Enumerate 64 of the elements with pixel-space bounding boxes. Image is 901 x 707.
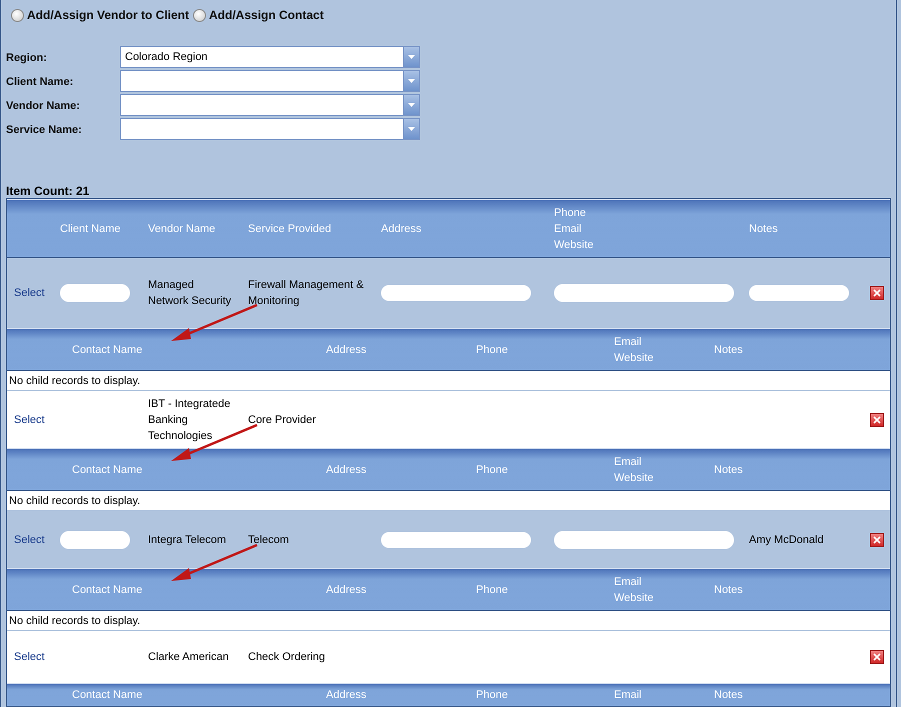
field-label: Client Name: <box>6 76 74 88</box>
column-header: Address <box>381 222 422 236</box>
table-cell-text: Firewall Management & Monitoring <box>248 278 365 309</box>
column-header: Service Provided <box>248 222 332 236</box>
delete-button[interactable] <box>870 412 884 426</box>
close-icon <box>873 536 881 544</box>
column-header: Email Website <box>614 334 655 366</box>
dropdown-field[interactable] <box>120 70 420 92</box>
field-label: Service Name: <box>6 124 83 136</box>
column-header: Notes <box>714 582 744 598</box>
column-header: Phone <box>476 462 509 478</box>
redaction-mark <box>60 530 130 548</box>
item-count: Item Count: 21 <box>6 184 90 198</box>
column-header: Notes <box>714 462 744 478</box>
close-icon <box>873 289 881 297</box>
caret-icon <box>408 79 415 83</box>
column-header: Phone <box>476 688 509 703</box>
radio-option[interactable]: Add/Assign Vendor to Client <box>11 8 190 22</box>
table-cell-text: Integra Telecom <box>148 532 228 548</box>
table-cell-text: Check Ordering <box>248 650 326 665</box>
column-header: Phone <box>476 582 509 598</box>
caret-icon <box>408 55 415 59</box>
column-header: Contact Name <box>71 688 144 703</box>
table-cell-text: Telecom <box>248 532 290 548</box>
delete-button[interactable] <box>870 532 884 546</box>
select-link[interactable]: Select <box>7 287 60 299</box>
column-header: Email Website <box>614 574 655 606</box>
table-cell-text: Clarke American <box>148 650 230 665</box>
select-link[interactable]: Select <box>7 651 60 663</box>
close-icon <box>873 653 881 661</box>
field-label: Vendor Name: <box>6 100 81 112</box>
column-header: Address <box>326 688 368 703</box>
column-header: Email <box>614 688 643 703</box>
column-header: Phone Email Website <box>554 206 595 252</box>
column-header: Address <box>326 342 368 358</box>
table-cell-text: Managed Network Security <box>148 278 232 309</box>
column-header: Notes <box>714 342 744 358</box>
select-link[interactable]: Select <box>7 414 60 426</box>
caret-icon <box>408 103 415 107</box>
caret-icon <box>408 127 415 131</box>
delete-button[interactable] <box>870 650 884 664</box>
field-label: Region: <box>6 52 48 64</box>
column-header: Contact Name <box>71 342 144 358</box>
close-icon <box>873 416 881 424</box>
table-cell: Amy McDonald <box>749 534 824 546</box>
dropdown-field[interactable]: Colorado Region <box>120 46 420 68</box>
select-link[interactable]: Select <box>7 534 60 546</box>
table-cell-text: Core Provider <box>248 412 317 428</box>
column-header: Address <box>326 462 368 478</box>
table-cell-text: IBT - Integratede Banking Technologies <box>148 396 232 444</box>
delete-button[interactable] <box>870 286 884 300</box>
column-header: Phone <box>476 342 509 358</box>
column-header: Notes <box>749 222 779 236</box>
column-header: Client Name <box>60 222 122 236</box>
dropdown-field[interactable] <box>120 94 420 116</box>
radio-option[interactable]: Add/Assign Contact <box>193 8 324 22</box>
column-header: Contact Name <box>71 462 144 478</box>
column-header: Contact Name <box>71 582 144 598</box>
redaction-mark <box>60 284 130 302</box>
column-header: Vendor Name <box>148 222 216 236</box>
column-header: Address <box>326 582 368 598</box>
column-header: Email Website <box>614 454 655 486</box>
column-header: Notes <box>714 688 744 703</box>
dropdown-field[interactable] <box>120 118 420 140</box>
